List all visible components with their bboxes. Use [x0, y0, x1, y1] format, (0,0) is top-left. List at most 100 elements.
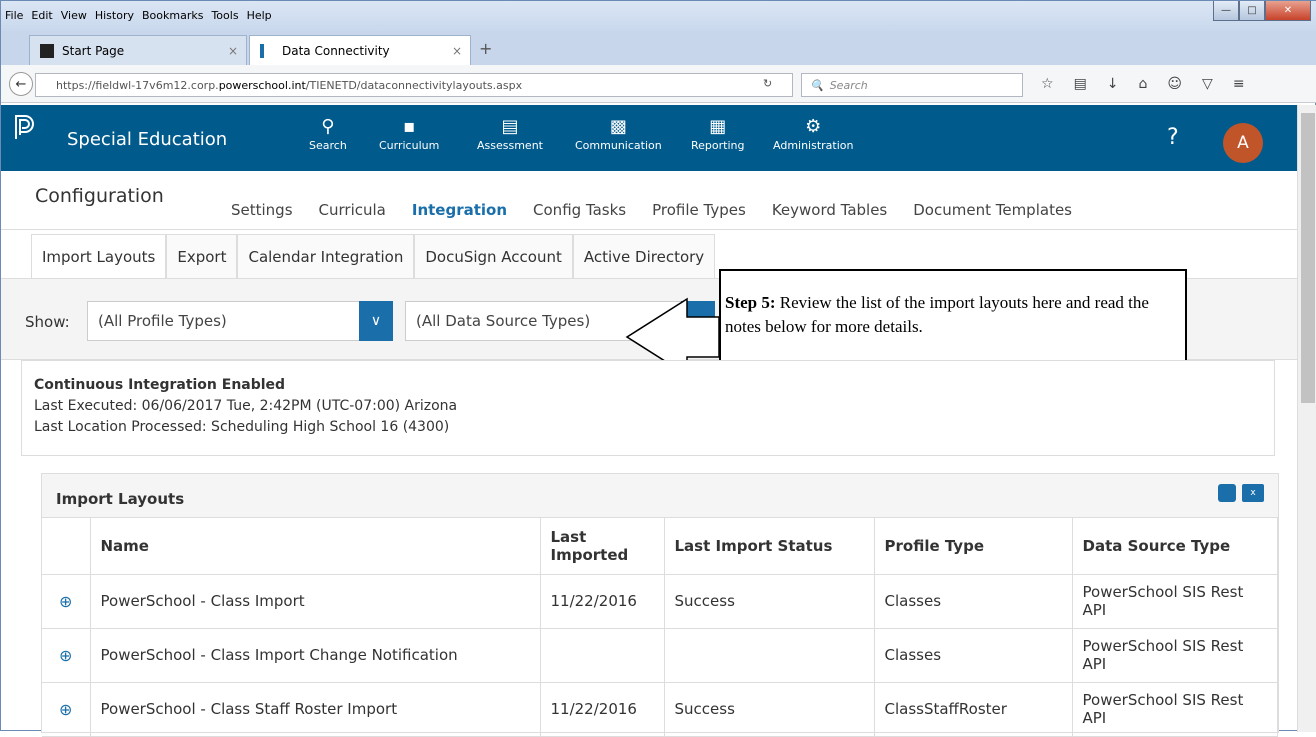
column-header-profile-type[interactable]: Profile Type: [874, 518, 1073, 575]
reading-list-icon[interactable]: ▤: [1074, 76, 1087, 92]
menu-history[interactable]: History: [95, 9, 134, 22]
cell-name: PowerSchool - Class Import Change Notifi…: [90, 628, 541, 683]
url-domain: powerschool.int: [218, 78, 306, 92]
menu-help[interactable]: Help: [247, 9, 272, 22]
url-suffix: /TIENETD/dataconnectivitylayouts.aspx: [305, 78, 523, 92]
tab-bar: Start Page × Data Connectivity × +: [1, 31, 1316, 65]
tab-data-connectivity[interactable]: Data Connectivity ×: [249, 35, 471, 65]
cell-name: PowerSchool - Class Import: [90, 574, 541, 629]
scrollbar-thumb[interactable]: [1301, 113, 1315, 403]
page-title: Configuration: [35, 185, 164, 207]
download-icon[interactable]: ↓: [1107, 76, 1119, 92]
communication-icon: ▩: [609, 116, 627, 137]
nav-reporting[interactable]: ▦ Reporting: [691, 115, 744, 152]
tab-label: Start Page: [62, 43, 125, 58]
cell-profile-type: ClassStaffRoster: [874, 682, 1073, 737]
integration-subtabs: Import Layouts Export Calendar Integrati…: [31, 234, 716, 278]
close-button[interactable]: ✕: [1265, 1, 1311, 21]
menu-icon[interactable]: ≡: [1233, 76, 1245, 92]
column-header-last-imported[interactable]: Last Imported: [540, 518, 665, 575]
cell-status: Success: [664, 574, 875, 629]
cell-source: PowerSchool SIS Rest API: [1072, 628, 1278, 683]
tab-integration[interactable]: Integration: [412, 201, 507, 219]
book-icon: ▪: [403, 116, 416, 137]
table-row: ⊕ PowerSchool - Class Import Change Noti…: [42, 628, 1278, 683]
nav-curriculum[interactable]: ▪ Curriculum: [379, 115, 439, 152]
pocket-icon[interactable]: ▽: [1202, 76, 1213, 92]
nav-label: Assessment: [477, 139, 543, 152]
smiley-icon[interactable]: ☺: [1167, 76, 1182, 92]
nav-administration[interactable]: ⚙ Administration: [773, 115, 854, 152]
column-header-status[interactable]: Last Import Status: [664, 518, 875, 575]
bookmark-star-icon[interactable]: ☆: [1041, 76, 1054, 92]
menu-bookmarks[interactable]: Bookmarks: [142, 9, 203, 22]
nav-label: Administration: [773, 139, 854, 152]
search-input[interactable]: 🔍 Search: [801, 73, 1023, 97]
menu-edit[interactable]: Edit: [31, 9, 52, 22]
tab-curricula[interactable]: Curricula: [319, 201, 386, 219]
menu-view[interactable]: View: [61, 9, 87, 22]
tab-start-page[interactable]: Start Page ×: [29, 35, 247, 65]
tab-profile-types[interactable]: Profile Types: [652, 201, 746, 219]
status-title: Continuous Integration Enabled: [34, 377, 286, 393]
zoom-icon[interactable]: ⊕: [42, 682, 91, 737]
subtab-calendar-integration[interactable]: Calendar Integration: [237, 234, 415, 278]
zoom-icon[interactable]: ⊕: [42, 574, 91, 629]
nav-label: Reporting: [691, 139, 745, 152]
menu-tools[interactable]: Tools: [211, 9, 238, 22]
cell-last-imported: 11/22/2016: [540, 682, 665, 737]
print-icon[interactable]: [1218, 484, 1236, 502]
tab-config-tasks[interactable]: Config Tasks: [533, 201, 626, 219]
close-tab-icon[interactable]: ×: [228, 44, 238, 58]
column-header-name[interactable]: Name: [90, 518, 541, 575]
cell-status: Success: [664, 682, 875, 737]
help-button[interactable]: ?: [1167, 125, 1179, 150]
url-field[interactable]: https://fieldwl-17v6m12.corp. powerschool…: [35, 73, 793, 97]
tab-document-templates[interactable]: Document Templates: [913, 201, 1072, 219]
tab-settings[interactable]: Settings: [231, 201, 293, 219]
subtab-import-layouts[interactable]: Import Layouts: [31, 234, 167, 278]
show-label: Show:: [25, 313, 70, 331]
home-icon[interactable]: ⌂: [1139, 76, 1148, 92]
navigation-bar: ← https://fieldwl-17v6m12.corp. powerscho…: [1, 65, 1316, 103]
powerschool-logo: [15, 115, 34, 139]
config-tabs: Settings Curricula Integration Config Ta…: [231, 201, 1072, 219]
clipboard-icon: ▤: [501, 116, 519, 137]
nav-label: Curriculum: [379, 139, 440, 152]
subtab-active-directory[interactable]: Active Directory: [572, 234, 716, 278]
subtab-docusign-account[interactable]: DocuSign Account: [414, 234, 573, 278]
page-scrollbar[interactable]: [1297, 105, 1316, 732]
chevron-down-icon[interactable]: ∨: [359, 301, 393, 341]
gear-icon: ⚙: [805, 116, 822, 137]
profile-type-select[interactable]: (All Profile Types) ∨: [87, 301, 393, 341]
subtab-export[interactable]: Export: [166, 234, 238, 278]
cell-profile-type: Classes: [874, 628, 1073, 683]
cell-source: PowerSchool SIS Rest API: [1072, 682, 1278, 737]
minimize-button[interactable]: —: [1213, 1, 1239, 21]
powerschool-icon: [260, 43, 274, 58]
cell-status: [664, 628, 875, 683]
menu-file[interactable]: File: [5, 9, 23, 22]
maximize-button[interactable]: □: [1239, 1, 1265, 21]
column-header-data-source-type[interactable]: Data Source Type: [1072, 518, 1278, 575]
app-header: Special Education ⚲ Search ▪ Curriculum …: [1, 105, 1297, 171]
tab-keyword-tables[interactable]: Keyword Tables: [772, 201, 887, 219]
document-icon: ▦: [709, 116, 727, 137]
reload-icon[interactable]: ↻: [763, 77, 772, 90]
zoom-icon[interactable]: ⊕: [42, 628, 91, 683]
nav-communication[interactable]: ▩ Communication: [575, 115, 662, 152]
nav-search[interactable]: ⚲ Search: [309, 115, 347, 152]
avatar[interactable]: A: [1223, 123, 1263, 163]
nav-assessment[interactable]: ▤ Assessment: [477, 115, 543, 152]
search-placeholder: Search: [829, 78, 868, 92]
close-tab-icon[interactable]: ×: [452, 44, 462, 58]
profile-type-value: (All Profile Types): [98, 312, 227, 330]
table-row: ⊕ PowerSchool - Class Staff Roster Impor…: [42, 682, 1278, 737]
new-tab-icon[interactable]: +: [479, 39, 492, 58]
menu-bar: File Edit View History Bookmarks Tools H…: [1, 1, 1316, 31]
back-button[interactable]: ←: [9, 72, 33, 96]
last-executed: Last Executed: 06/06/2017 Tue, 2:42PM (U…: [34, 398, 458, 414]
search-icon: 🔍: [810, 78, 824, 92]
excel-export-icon[interactable]: x: [1242, 484, 1264, 502]
start-page-icon: [40, 43, 54, 58]
